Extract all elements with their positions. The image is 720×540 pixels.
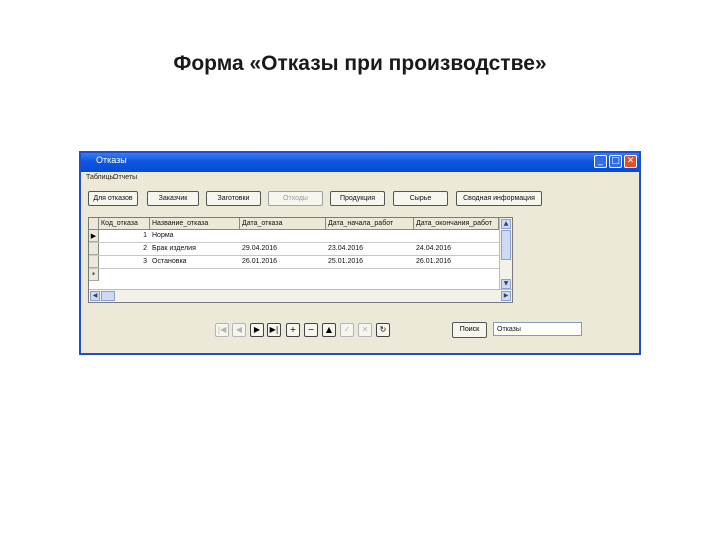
- minimize-button[interactable]: _: [594, 155, 607, 168]
- table-cell[interactable]: [416, 230, 497, 242]
- refresh-icon[interactable]: ↻: [376, 323, 390, 337]
- slide-title: Форма «Отказы при производстве»: [173, 52, 547, 75]
- vertical-scroll-thumb[interactable]: [501, 230, 511, 260]
- row-selector[interactable]: [89, 256, 99, 268]
- header-selector: [89, 218, 99, 230]
- raw-materials-button[interactable]: Сырье: [393, 191, 448, 206]
- column-header[interactable]: Дата_начала_работ: [326, 218, 414, 230]
- scroll-left-arrow-icon[interactable]: ◀: [90, 291, 100, 301]
- save-record-icon[interactable]: ✓: [340, 323, 354, 337]
- column-header[interactable]: Дата_окончания_работ: [414, 218, 499, 230]
- add-record-icon[interactable]: +: [286, 323, 300, 337]
- menu-reports[interactable]: Отчеты: [113, 174, 137, 181]
- table-cell[interactable]: 26.01.2016: [242, 256, 324, 268]
- prev-record-icon[interactable]: ◀: [232, 323, 246, 337]
- delete-record-icon[interactable]: −: [304, 323, 318, 337]
- customer-button[interactable]: Заказчик: [147, 191, 199, 206]
- horizontal-scrollbar[interactable]: ◀ ▶: [89, 289, 512, 302]
- last-record-icon[interactable]: ▶|: [267, 323, 281, 337]
- row-selector[interactable]: [89, 243, 99, 255]
- table-cell[interactable]: 23.04.2016: [328, 243, 412, 255]
- cancel-edit-icon[interactable]: ✕: [358, 323, 372, 337]
- blanks-button[interactable]: Заготовки: [206, 191, 261, 206]
- table-cell[interactable]: [328, 230, 412, 242]
- table-cell[interactable]: Брак изделия: [152, 243, 238, 255]
- scroll-down-arrow-icon[interactable]: ▼: [501, 279, 511, 289]
- new-row-selector[interactable]: *: [89, 269, 99, 281]
- column-header[interactable]: Код_отказа: [99, 218, 150, 230]
- window-title: Отказы: [96, 155, 127, 165]
- table-cell[interactable]: 2: [99, 243, 147, 255]
- menu-tables[interactable]: Таблицы: [86, 174, 115, 181]
- table-cell[interactable]: Остановка: [152, 256, 238, 268]
- column-header[interactable]: Дата_отказа: [240, 218, 326, 230]
- table-cell[interactable]: Норма: [152, 230, 238, 242]
- search-button[interactable]: Поиск: [452, 322, 487, 338]
- table-cell[interactable]: 29.04.2016: [242, 243, 324, 255]
- products-button[interactable]: Продукция: [330, 191, 385, 206]
- column-header[interactable]: Название_отказа: [150, 218, 240, 230]
- maximize-button[interactable]: □: [609, 155, 622, 168]
- row-divider: [89, 268, 499, 269]
- close-button[interactable]: ✕: [624, 155, 637, 168]
- summary-button[interactable]: Сводная информация: [456, 191, 542, 206]
- failures-button[interactable]: Для отказов: [88, 191, 138, 206]
- next-record-icon[interactable]: ▶: [250, 323, 264, 337]
- vertical-scrollbar[interactable]: ▲ ▼: [499, 218, 512, 290]
- search-input[interactable]: [493, 322, 582, 336]
- first-record-icon[interactable]: |◀: [215, 323, 229, 337]
- failures-table: Код_отказа Название_отказа Дата_отказа Д…: [88, 217, 513, 303]
- row-selector[interactable]: ▶: [89, 230, 99, 242]
- table-cell[interactable]: 26.01.2016: [416, 256, 497, 268]
- window-titlebar[interactable]: Отказы _ □ ✕: [81, 153, 639, 172]
- waste-button[interactable]: Отходы: [268, 191, 323, 206]
- edit-record-icon[interactable]: ▲: [322, 323, 336, 337]
- menu-bar: Таблицы Отчеты: [81, 172, 639, 184]
- scroll-right-arrow-icon[interactable]: ▶: [501, 291, 511, 301]
- table-cell[interactable]: 25.01.2016: [328, 256, 412, 268]
- table-cell[interactable]: 24.04.2016: [416, 243, 497, 255]
- scroll-up-arrow-icon[interactable]: ▲: [501, 219, 511, 229]
- table-cell[interactable]: [242, 230, 324, 242]
- table-cell[interactable]: 3: [99, 256, 147, 268]
- app-window: Отказы _ □ ✕ Таблицы Отчеты Для отказов …: [79, 151, 641, 355]
- table-cell[interactable]: 1: [99, 230, 147, 242]
- horizontal-scroll-thumb[interactable]: [101, 291, 115, 301]
